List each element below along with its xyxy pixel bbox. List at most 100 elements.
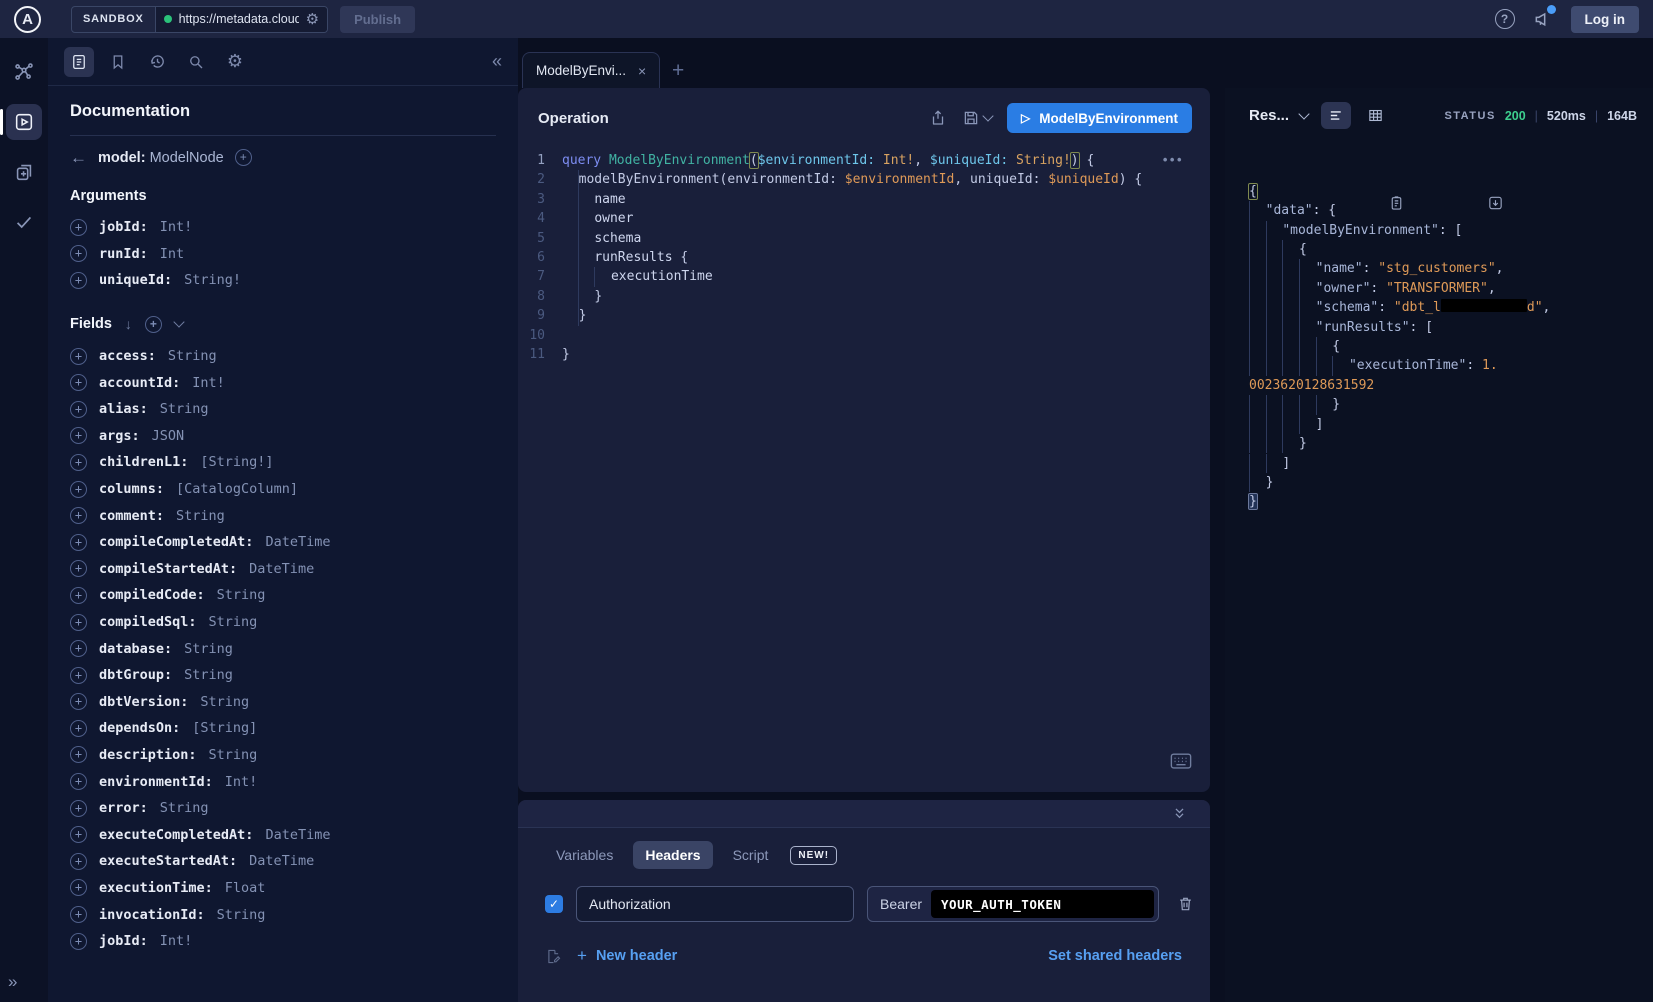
add-to-query-icon[interactable]: + [70,879,87,896]
edit-headers-raw-icon[interactable] [545,948,562,965]
response-dropdown-chevron-icon[interactable] [1298,108,1309,119]
field-row[interactable]: +alias:String [70,396,496,423]
add-to-query-icon[interactable]: + [70,401,87,418]
add-to-query-icon[interactable]: + [70,587,87,604]
collapse-bottom-panel-icon[interactable] [1171,805,1188,822]
field-row[interactable]: +compileCompletedAt:DateTime [70,529,496,556]
response-body[interactable]: { "data": { "modelByEnvironment": [ { "n… [1225,137,1653,570]
set-shared-headers-link[interactable]: Set shared headers [1048,948,1182,964]
add-to-query-icon[interactable]: + [70,454,87,471]
add-type-icon[interactable]: + [235,149,252,166]
field-row[interactable]: +dbtVersion:String [70,689,496,716]
save-menu-chevron-icon[interactable] [982,110,993,121]
new-tab-icon[interactable]: + [672,60,684,81]
add-to-query-icon[interactable]: + [70,693,87,710]
header-enabled-checkbox[interactable]: ✓ [545,895,563,913]
fields-chevron-icon[interactable] [173,317,184,328]
documentation-tab-icon[interactable] [64,47,94,77]
run-operation-button[interactable]: ▷ ModelByEnvironment [1007,103,1192,133]
tab-script[interactable]: Script [721,841,781,869]
field-row[interactable]: +executeStartedAt:DateTime [70,848,496,875]
auth-token-input[interactable] [931,890,1154,918]
add-to-query-icon[interactable]: + [70,826,87,843]
search-icon[interactable] [181,47,211,77]
add-to-query-icon[interactable]: + [70,800,87,817]
field-row[interactable]: +jobId:Int! [70,928,496,955]
add-to-query-icon[interactable]: + [70,906,87,923]
add-all-fields-icon[interactable]: + [145,316,162,333]
field-row[interactable]: +childrenL1:[String!] [70,449,496,476]
field-row[interactable]: +compiledSql:String [70,609,496,636]
field-row[interactable]: +args:JSON [70,423,496,450]
tab-headers[interactable]: Headers [633,841,712,869]
field-row[interactable]: +invocationId:String [70,901,496,928]
add-to-query-icon[interactable]: + [70,348,87,365]
save-operation-icon[interactable] [962,109,992,127]
tab-variables[interactable]: Variables [544,841,625,869]
sort-fields-icon[interactable]: ↓ [125,316,132,332]
field-row[interactable]: +executeCompletedAt:DateTime [70,821,496,848]
delete-header-icon[interactable] [1177,895,1194,913]
argument-row[interactable]: +uniqueId:String! [70,267,496,294]
close-tab-icon[interactable]: × [638,63,646,79]
field-row[interactable]: +comment:String [70,502,496,529]
expand-rail-icon[interactable]: » [8,972,17,992]
operation-collections-icon[interactable] [6,154,42,190]
add-to-query-icon[interactable]: + [70,507,87,524]
back-arrow-icon[interactable]: ← [70,149,87,166]
field-row[interactable]: +columns:[CatalogColumn] [70,476,496,503]
field-row[interactable]: +accountId:Int! [70,369,496,396]
download-response-icon[interactable] [1487,155,1565,251]
field-row[interactable]: +dependsOn:[String] [70,715,496,742]
share-operation-icon[interactable] [929,109,947,127]
argument-row[interactable]: +jobId:Int! [70,214,496,241]
add-to-query-icon[interactable]: + [70,560,87,577]
argument-row[interactable]: +runId:Int [70,241,496,268]
add-to-query-icon[interactable]: + [70,272,87,289]
publish-button[interactable]: Publish [340,6,415,33]
announcements-megaphone-icon[interactable] [1533,9,1553,29]
add-to-query-icon[interactable]: + [70,640,87,657]
schema-graph-icon[interactable] [6,54,42,90]
add-to-query-icon[interactable]: + [70,667,87,684]
graphql-editor[interactable]: 1query ModelByEnvironment($environmentId… [518,143,1210,364]
field-row[interactable]: +access:String [70,343,496,370]
field-row[interactable]: +error:String [70,795,496,822]
endpoint-url[interactable]: https://metadata.cloud.get [179,12,299,26]
header-name-input[interactable] [576,886,854,922]
add-to-query-icon[interactable]: + [70,933,87,950]
response-title[interactable]: Res... [1249,107,1289,124]
field-row[interactable]: +environmentId:Int! [70,768,496,795]
table-view-icon[interactable] [1360,102,1390,129]
add-to-query-icon[interactable]: + [70,534,87,551]
field-row[interactable]: +description:String [70,742,496,769]
add-to-query-icon[interactable]: + [70,245,87,262]
endpoint-url-box[interactable]: https://metadata.cloud.get ⚙ [156,7,327,32]
copy-response-icon[interactable] [1388,155,1466,251]
field-row[interactable]: +database:String [70,635,496,662]
keyboard-shortcuts-icon[interactable] [1170,752,1192,770]
add-to-query-icon[interactable]: + [70,219,87,236]
add-to-query-icon[interactable]: + [70,746,87,763]
bookmark-icon[interactable] [103,47,133,77]
field-row[interactable]: +compileStartedAt:DateTime [70,556,496,583]
new-header-button[interactable]: + New header [577,946,677,966]
add-to-query-icon[interactable]: + [70,481,87,498]
explorer-icon[interactable] [6,104,42,140]
operation-tab[interactable]: ModelByEnvi... × [522,52,660,88]
add-to-query-icon[interactable]: + [70,614,87,631]
login-button[interactable]: Log in [1571,6,1640,33]
add-to-query-icon[interactable]: + [70,853,87,870]
editor-overflow-menu-icon[interactable]: ••• [1163,152,1184,167]
field-row[interactable]: +dbtGroup:String [70,662,496,689]
add-to-query-icon[interactable]: + [70,720,87,737]
add-to-query-icon[interactable]: + [70,374,87,391]
add-to-query-icon[interactable]: + [70,773,87,790]
checks-icon[interactable] [6,204,42,240]
field-row[interactable]: +executionTime:Float [70,875,496,902]
add-to-query-icon[interactable]: + [70,427,87,444]
field-row[interactable]: +compiledCode:String [70,582,496,609]
help-icon[interactable]: ? [1495,9,1515,29]
settings-gear-icon[interactable]: ⚙ [220,47,250,77]
endpoint-settings-gear-icon[interactable]: ⚙ [306,12,319,27]
